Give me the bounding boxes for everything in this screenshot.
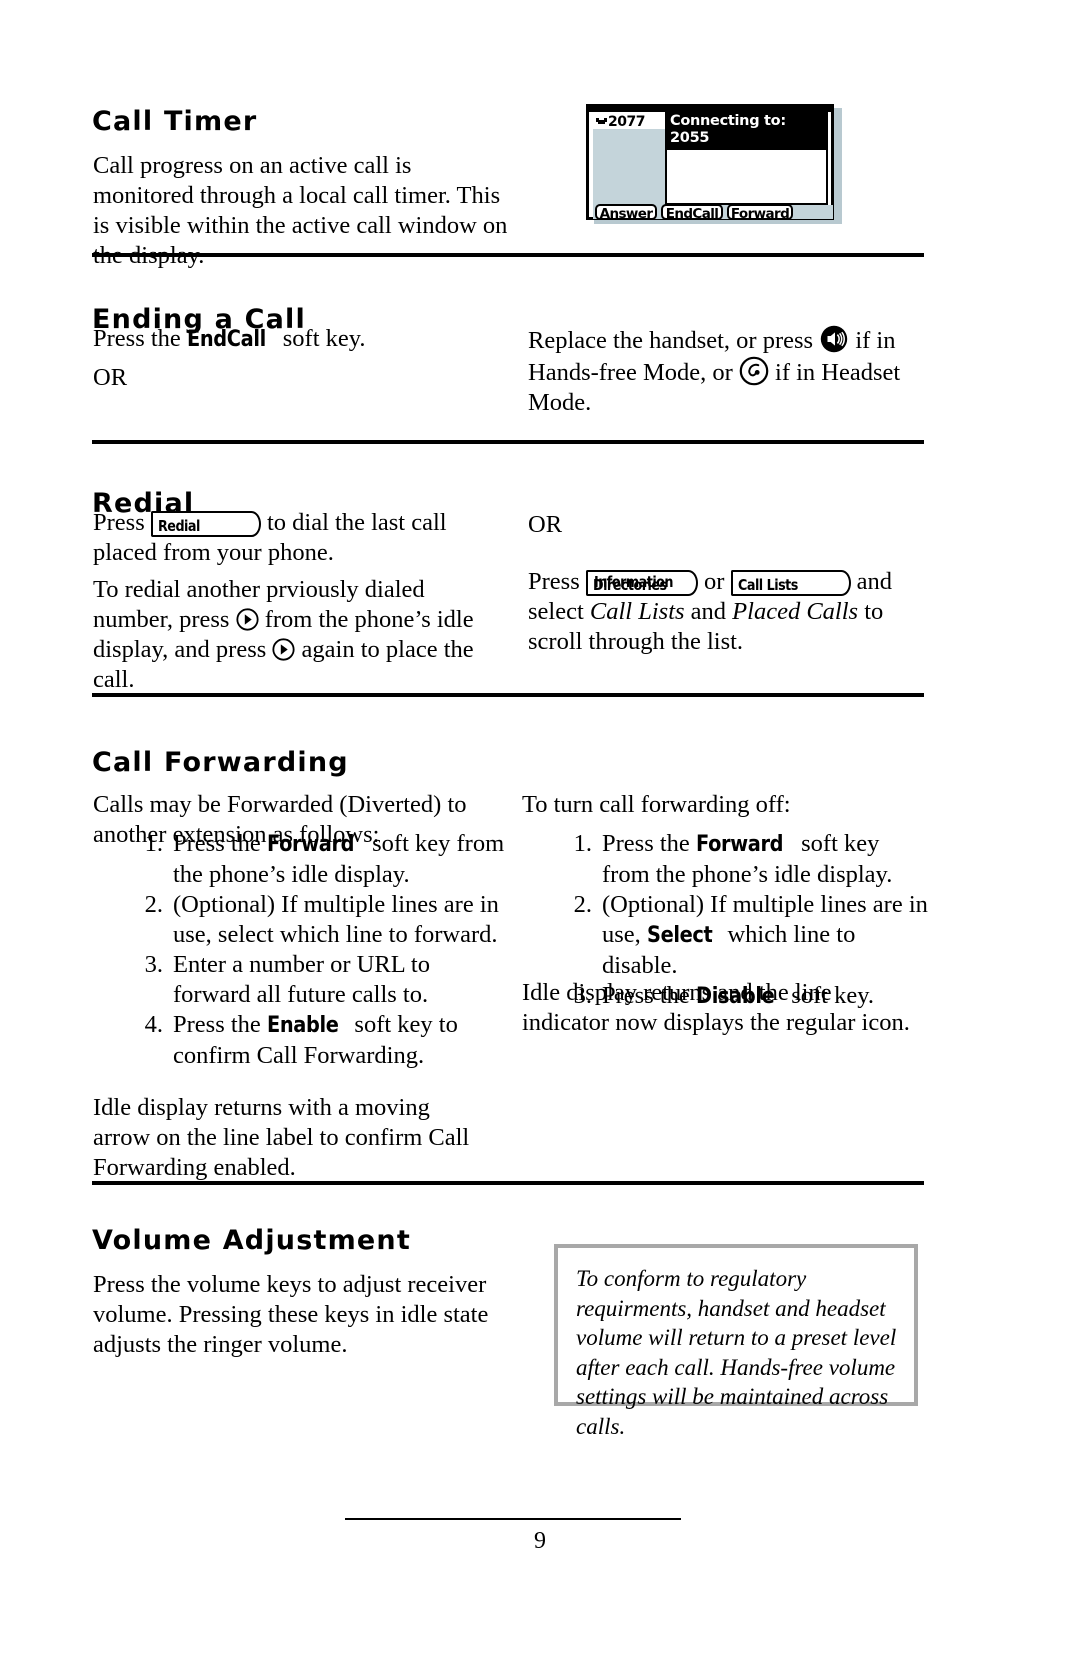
- call-forwarding-right-intro: To turn call forwarding off:: [522, 790, 791, 818]
- redial-italic-placed-calls: Placed Calls: [732, 598, 859, 625]
- regulatory-note-text: To conform to regulatory requirments, ha…: [576, 1266, 897, 1439]
- lcd-frame: 2077 Connecting to: 2055 Answer EndCall …: [586, 104, 834, 220]
- hardware-key-call-lists[interactable]: Call Lists: [730, 570, 851, 596]
- ending-a-call-left: Press the EndCall soft key.: [93, 324, 493, 355]
- redial-press-prefix: Press: [93, 509, 151, 536]
- call-forwarding-enable-steps: 1. Press the Forward soft key from the ph…: [133, 829, 508, 1071]
- call-forwarding-right-outro: Idle display returns and the line indica…: [522, 978, 910, 1036]
- redial-right-and: and: [684, 598, 733, 625]
- section-divider-4: [92, 1181, 924, 1185]
- redial-right-or: OR: [528, 511, 563, 538]
- step-number: 2.: [144, 891, 163, 918]
- ending-right-part1: Replace the handset, or press: [528, 327, 820, 354]
- hardware-key-directories[interactable]: Directories Information: [585, 570, 698, 596]
- footer-divider: [345, 1518, 681, 1520]
- list-item: 3. Enter a number or URL to forward all f…: [133, 950, 508, 1010]
- step-text-pre: Press the: [173, 830, 267, 857]
- section-title-call-forwarding: Call Forwarding: [92, 747, 349, 779]
- softkey-name-enable: Enable: [266, 1013, 339, 1038]
- list-item: 1. Press the Forward soft key from the ph…: [133, 829, 508, 890]
- page-number: 9: [534, 1528, 546, 1554]
- list-item: 4. Press the Enable soft key to confirm C…: [133, 1010, 508, 1071]
- ending-a-call-right: Replace the handset, or press if in Hand…: [528, 324, 920, 418]
- regulatory-note-box: To conform to regulatory requirments, ha…: [554, 1244, 918, 1439]
- lcd-line-label: 2077: [595, 114, 645, 130]
- speakerphone-icon: [819, 324, 849, 354]
- manual-page: Call Timer Call progress on an active ca…: [0, 0, 1080, 1669]
- step-text-pre: (Optional) If multiple lines are in use,…: [173, 891, 499, 948]
- volume-adjustment-body: Press the volume keys to adjust receiver…: [93, 1270, 489, 1358]
- section-title-call-timer: Call Timer: [92, 106, 258, 138]
- handset-icon: [596, 118, 607, 124]
- redial-right-or-mid: or: [697, 568, 731, 595]
- lcd-softkey-endcall[interactable]: EndCall: [661, 204, 723, 220]
- ending-press-prefix: Press the: [93, 325, 187, 352]
- step-number: 3.: [144, 951, 163, 978]
- step-text-pre: Press the: [173, 1011, 267, 1038]
- active-call-lcd-screen: 2077 Connecting to: 2055 Answer EndCall …: [586, 100, 842, 224]
- section-title-volume-adjustment: Volume Adjustment: [92, 1225, 411, 1257]
- step-number: 2.: [573, 891, 592, 918]
- list-item: 1. Press the Forward soft key from the ph…: [562, 829, 930, 890]
- redial-left-para1: Press Redial to dial the last call place…: [93, 508, 503, 568]
- hardware-key-call-lists-label: Call Lists: [737, 576, 798, 594]
- softkey-name-endcall: EndCall: [186, 327, 266, 352]
- right-arrow-key-icon-2: [272, 638, 295, 661]
- softkey-name-forward: Forward: [266, 832, 355, 857]
- lcd-call-number: 2055: [670, 130, 710, 146]
- headset-icon: [739, 356, 769, 386]
- hardware-key-redial-label: Redial: [157, 517, 200, 535]
- softkey-name-forward: Forward: [695, 832, 784, 857]
- redial-right-press-prefix: Press: [528, 568, 586, 595]
- list-item: 2. (Optional) If multiple lines are in us…: [133, 890, 508, 950]
- hardware-key-directories-label-b: Information: [593, 573, 674, 591]
- section-divider-3: [92, 693, 924, 697]
- ending-press-suffix: soft key.: [276, 325, 366, 352]
- hardware-key-redial[interactable]: Redial: [150, 511, 261, 537]
- right-arrow-key-icon: [236, 608, 259, 631]
- step-number: 4.: [144, 1011, 163, 1038]
- section-divider-1: [92, 253, 924, 257]
- redial-italic-call-lists: Call Lists: [589, 598, 685, 625]
- call-forwarding-left-outro: Idle display returns with a moving arrow…: [93, 1093, 470, 1181]
- hardware-key-directories-label: Directories Information: [593, 572, 680, 594]
- step-number: 1.: [573, 830, 592, 857]
- lcd-softkey-forward[interactable]: Forward: [727, 204, 793, 220]
- step-text-pre: Press the: [602, 830, 696, 857]
- lcd-line-number: 2077: [608, 114, 645, 130]
- softkey-name-select: Select: [646, 923, 713, 948]
- ending-a-call-or: OR: [93, 364, 128, 391]
- lcd-active-call-entry: Connecting to: 2055: [667, 112, 826, 150]
- redial-right-para: Press Directories Information or Call Lis…: [528, 567, 924, 657]
- section-divider-2: [92, 440, 924, 444]
- redial-left-para2: To redial another prviously dialed numbe…: [93, 575, 505, 695]
- lcd-line-panel: [593, 129, 667, 205]
- lcd-softkey-answer[interactable]: Answer: [595, 204, 657, 220]
- step-number: 1.: [144, 830, 163, 857]
- step-text-pre: Enter a number or URL to forward all fut…: [173, 951, 430, 1008]
- list-item: 2. (Optional) If multiple lines are in us…: [562, 890, 930, 981]
- lcd-call-status: Connecting to:: [670, 113, 786, 129]
